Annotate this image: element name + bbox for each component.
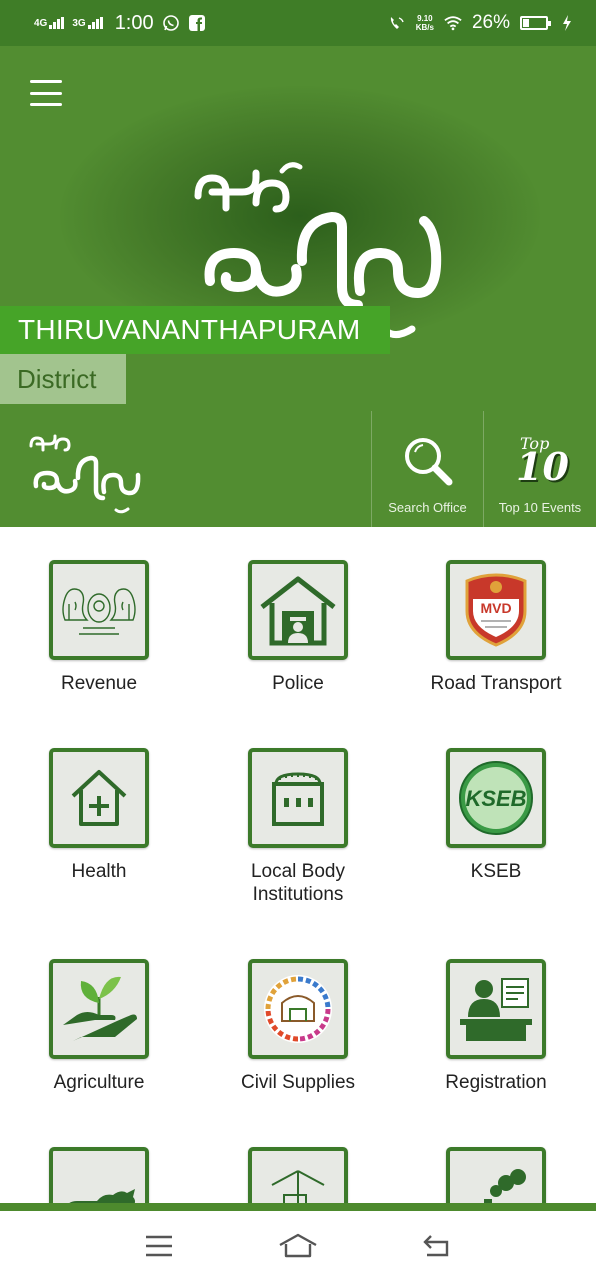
tile-animal-husbandry[interactable] — [0, 1147, 198, 1203]
plant-hand-icon — [49, 959, 149, 1059]
tile-kseb[interactable]: KSEB KSEB — [397, 748, 595, 883]
tile-label: Local Body Institutions — [250, 861, 345, 905]
kseb-logo-icon: KSEB — [446, 748, 546, 848]
tile-civil-supplies[interactable]: Civil Supplies — [199, 959, 397, 1094]
battery-icon — [520, 16, 551, 30]
network-4g-indicator: 4G — [34, 17, 65, 29]
system-navigation-bar — [0, 1211, 596, 1280]
menu-lines-icon — [146, 1235, 173, 1256]
department-grid: Revenue Police MVD Road Transport Health… — [0, 527, 596, 1203]
facebook-icon — [188, 14, 206, 32]
tile-registration[interactable]: Registration — [397, 959, 595, 1094]
tile-label: KSEB — [470, 861, 522, 882]
app-header: THIRUVANANTHAPURAM District Search Offic… — [0, 46, 596, 527]
police-station-icon — [248, 560, 348, 660]
district-name-banner: THIRUVANANTHAPURAM — [0, 306, 390, 354]
status-bar: 4G 3G 1:00 9.10 KB/s 26% — [0, 0, 596, 46]
tile-revenue[interactable]: Revenue — [0, 560, 198, 695]
back-button[interactable] — [407, 1226, 467, 1266]
tile-fisheries[interactable] — [199, 1147, 397, 1203]
civil-supplies-logo-icon — [248, 959, 348, 1059]
hamburger-menu-button[interactable] — [30, 80, 62, 106]
network-3g-label: 3G — [72, 18, 86, 29]
cattle-icon — [49, 1147, 149, 1203]
network-speed: 9.10 KB/s — [416, 14, 434, 32]
recent-apps-button[interactable] — [129, 1226, 189, 1266]
battery-percent: 26% — [471, 12, 510, 33]
status-left: 4G 3G 1:00 — [34, 12, 206, 35]
signal-bars-icon — [87, 17, 103, 29]
tile-pollution-control[interactable] — [397, 1147, 595, 1203]
tile-road-transport[interactable]: MVD Road Transport — [397, 560, 595, 695]
state-emblem-icon — [49, 560, 149, 660]
whatsapp-icon — [162, 14, 180, 32]
tile-police[interactable]: Police — [199, 560, 397, 695]
factory-pollution-icon — [446, 1147, 546, 1203]
svg-text:KSEB: KSEB — [465, 786, 526, 811]
district-label-banner: District — [0, 354, 126, 404]
tile-label: Road Transport — [430, 673, 562, 694]
ship-icon — [248, 1147, 348, 1203]
wifi-icon — [444, 14, 462, 32]
building-icon — [248, 748, 348, 848]
tile-label: Civil Supplies — [240, 1072, 356, 1093]
magnifier-icon — [404, 438, 452, 486]
network-4g-label: 4G — [34, 18, 48, 29]
signal-bars-icon — [49, 17, 65, 29]
top-10-icon: Top 10 — [510, 434, 570, 489]
tile-label: Registration — [445, 1072, 547, 1093]
svg-text:MVD: MVD — [480, 600, 511, 616]
health-house-icon — [49, 748, 149, 848]
search-office-label: Search Office — [388, 500, 467, 515]
tile-label: Health — [71, 861, 127, 882]
mvd-badge-icon: MVD — [446, 560, 546, 660]
top-10-events-button[interactable]: Top 10 Top 10 Events — [483, 411, 596, 527]
home-icon — [279, 1233, 317, 1257]
status-right: 9.10 KB/s 26% — [388, 12, 576, 34]
home-button[interactable] — [268, 1226, 328, 1266]
top-10-events-label: Top 10 Events — [498, 500, 582, 515]
tile-label: Revenue — [60, 673, 138, 694]
charging-bolt-icon — [558, 14, 576, 32]
speed-value: 9.10 — [417, 14, 433, 23]
back-arrow-icon — [422, 1234, 448, 1256]
tile-agriculture[interactable]: Agriculture — [0, 959, 198, 1094]
registration-desk-icon — [446, 959, 546, 1059]
footer-accent-line — [0, 1203, 596, 1211]
network-3g-indicator: 3G — [72, 17, 103, 29]
speed-unit: KB/s — [415, 23, 434, 32]
tile-label: Police — [272, 673, 324, 694]
ente-jilla-small-logo[interactable] — [26, 426, 141, 516]
wifi-call-icon — [388, 14, 406, 32]
tile-health[interactable]: Health — [0, 748, 198, 883]
tile-local-body-institutions[interactable]: Local Body Institutions — [199, 748, 397, 906]
search-office-button[interactable]: Search Office — [371, 411, 483, 527]
top-badge-big: 10 — [516, 444, 569, 489]
tile-label: Agriculture — [53, 1072, 145, 1093]
clock: 1:00 — [114, 11, 154, 34]
